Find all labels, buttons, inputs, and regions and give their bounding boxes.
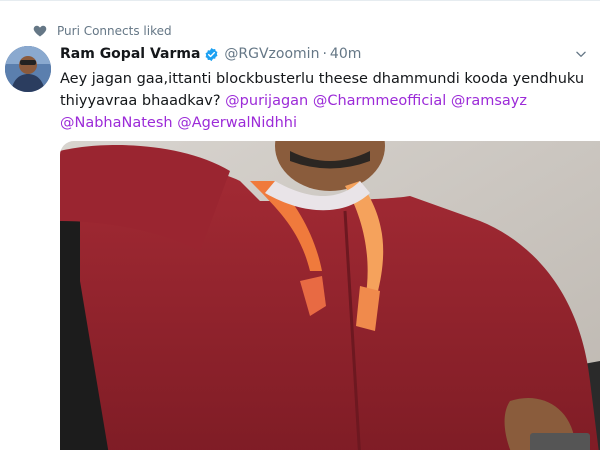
- mention-link[interactable]: @NabhaNatesh: [60, 115, 173, 131]
- author-name[interactable]: Ram Gopal Varma: [60, 46, 200, 62]
- separator-dot: ·: [322, 46, 327, 62]
- mention-link[interactable]: @ramsayz: [451, 93, 527, 109]
- author-handle[interactable]: @RGVzoomin: [224, 46, 319, 62]
- photo-image: [60, 141, 600, 450]
- avatar[interactable]: [5, 46, 51, 92]
- heart-icon: [33, 24, 47, 38]
- tweet-timestamp[interactable]: 40m: [330, 46, 361, 62]
- social-context: Puri Connects liked: [33, 21, 172, 41]
- tweet-text: Aey jagan gaa,ittanti blockbusterlu thee…: [60, 68, 590, 134]
- tweet-photo[interactable]: [60, 141, 600, 450]
- tweet-card[interactable]: Puri Connects liked Ram Gopal Varma @RGV…: [0, 0, 600, 450]
- verified-badge-icon: [204, 47, 219, 62]
- chevron-down-icon[interactable]: [574, 47, 588, 61]
- mention-link[interactable]: @purijagan: [225, 93, 308, 109]
- mention-link[interactable]: @AgerwalNidhhi: [177, 115, 297, 131]
- social-context-label: Puri Connects liked: [57, 24, 172, 38]
- tweet-header: Ram Gopal Varma @RGVzoomin · 40m: [60, 44, 361, 64]
- mention-link[interactable]: @Charmmeofficial: [313, 93, 446, 109]
